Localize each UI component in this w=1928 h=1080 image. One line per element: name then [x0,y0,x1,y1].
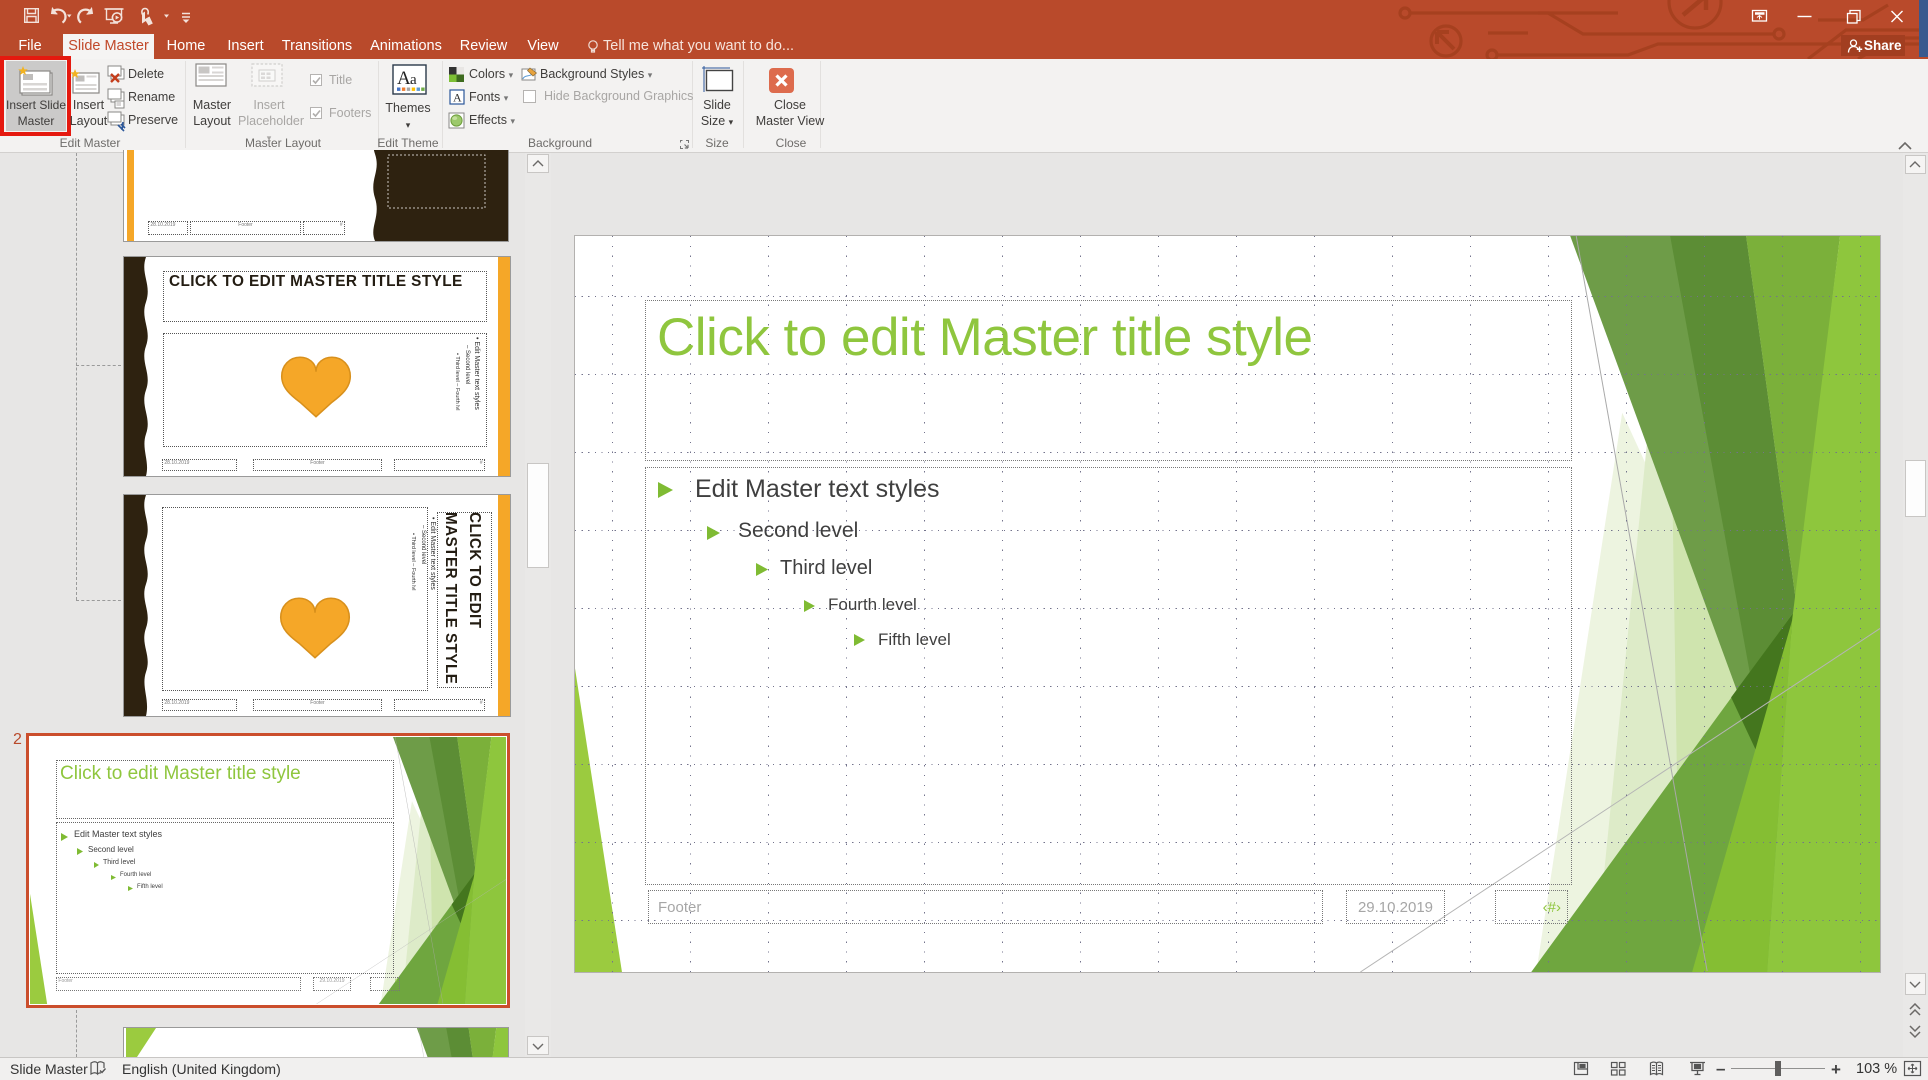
svg-text:a: a [410,72,417,88]
svg-text:A: A [397,68,411,89]
svg-text:A: A [453,91,462,105]
